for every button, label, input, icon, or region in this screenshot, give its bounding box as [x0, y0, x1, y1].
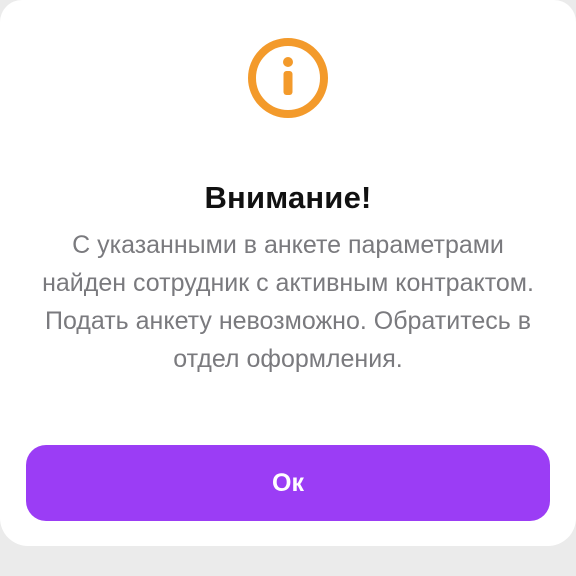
alert-dialog: Внимание! С указанными в анкете параметр… [0, 0, 576, 546]
dialog-corner-left [0, 0, 22, 22]
dialog-message: С указанными в анкете параметрами найден… [42, 231, 534, 373]
dialog-corner-right [554, 0, 576, 22]
ok-button[interactable]: Ок [26, 445, 550, 521]
underlying-screen [0, 546, 576, 576]
info-icon [248, 38, 328, 118]
ok-button-label: Ок [272, 468, 304, 497]
dialog-title: Внимание! [204, 180, 372, 215]
